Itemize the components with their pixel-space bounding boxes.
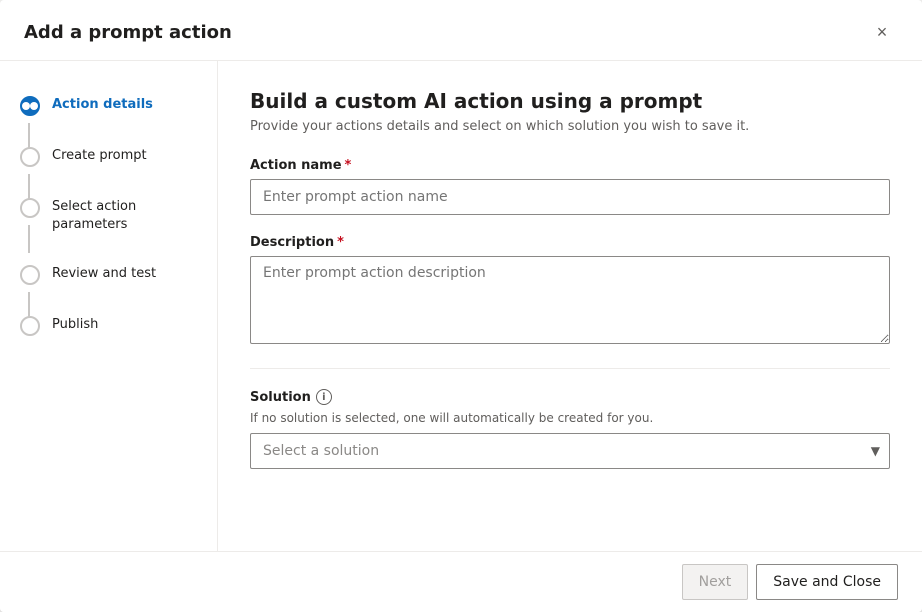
description-label: Description * <box>250 235 890 250</box>
step-label-publish: Publish <box>52 315 98 334</box>
step-label-action-details: Action details <box>52 95 153 114</box>
solution-select-wrapper: Select a solution ▼ <box>250 433 890 469</box>
action-name-label: Action name * <box>250 158 890 173</box>
step-circle-create-prompt <box>20 147 40 167</box>
step-circle-action-details <box>20 96 40 116</box>
step-label-review-and-test: Review and test <box>52 264 156 283</box>
solution-label: Solution i <box>250 389 890 405</box>
main-content: Build a custom AI action using a prompt … <box>218 61 922 551</box>
modal-title: Add a prompt action <box>24 22 232 43</box>
step-item-action-details[interactable]: Action details <box>0 85 217 126</box>
solution-info-icon: i <box>316 389 332 405</box>
modal: Add a prompt action × Action details Cr <box>0 0 922 612</box>
modal-footer: Next Save and Close <box>0 551 922 612</box>
save-close-button[interactable]: Save and Close <box>756 564 898 600</box>
form-group-solution: Solution i If no solution is selected, o… <box>250 389 890 469</box>
description-required: * <box>337 235 344 250</box>
action-name-input[interactable] <box>250 179 890 215</box>
step-circle-select-action-parameters <box>20 198 40 218</box>
action-name-required: * <box>345 158 352 173</box>
step-item-create-prompt[interactable]: Create prompt <box>0 136 217 177</box>
content-scroll: Build a custom AI action using a prompt … <box>218 61 922 551</box>
description-textarea[interactable] <box>250 256 890 344</box>
next-button[interactable]: Next <box>682 564 749 600</box>
content-heading: Build a custom AI action using a prompt <box>250 89 890 113</box>
step-label-select-action-parameters: Select action parameters <box>52 197 197 234</box>
form-group-description: Description * <box>250 235 890 348</box>
step-label-create-prompt: Create prompt <box>52 146 147 165</box>
form-group-action-name: Action name * <box>250 158 890 215</box>
step-circle-review-and-test <box>20 265 40 285</box>
step-circle-publish <box>20 316 40 336</box>
solution-select[interactable]: Select a solution <box>250 433 890 469</box>
form-divider <box>250 368 890 369</box>
content-subheading: Provide your actions details and select … <box>250 119 890 134</box>
modal-header: Add a prompt action × <box>0 0 922 61</box>
step-item-publish[interactable]: Publish <box>0 305 217 346</box>
step-item-select-action-parameters[interactable]: Select action parameters <box>0 187 217 244</box>
step-connector-3 <box>28 225 30 253</box>
modal-body: Action details Create prompt Select acti… <box>0 61 922 551</box>
modal-overlay: Add a prompt action × Action details Cr <box>0 0 922 612</box>
step-item-review-and-test[interactable]: Review and test <box>0 254 217 295</box>
solution-hint: If no solution is selected, one will aut… <box>250 411 890 425</box>
close-button[interactable]: × <box>866 16 898 48</box>
sidebar: Action details Create prompt Select acti… <box>0 61 218 551</box>
